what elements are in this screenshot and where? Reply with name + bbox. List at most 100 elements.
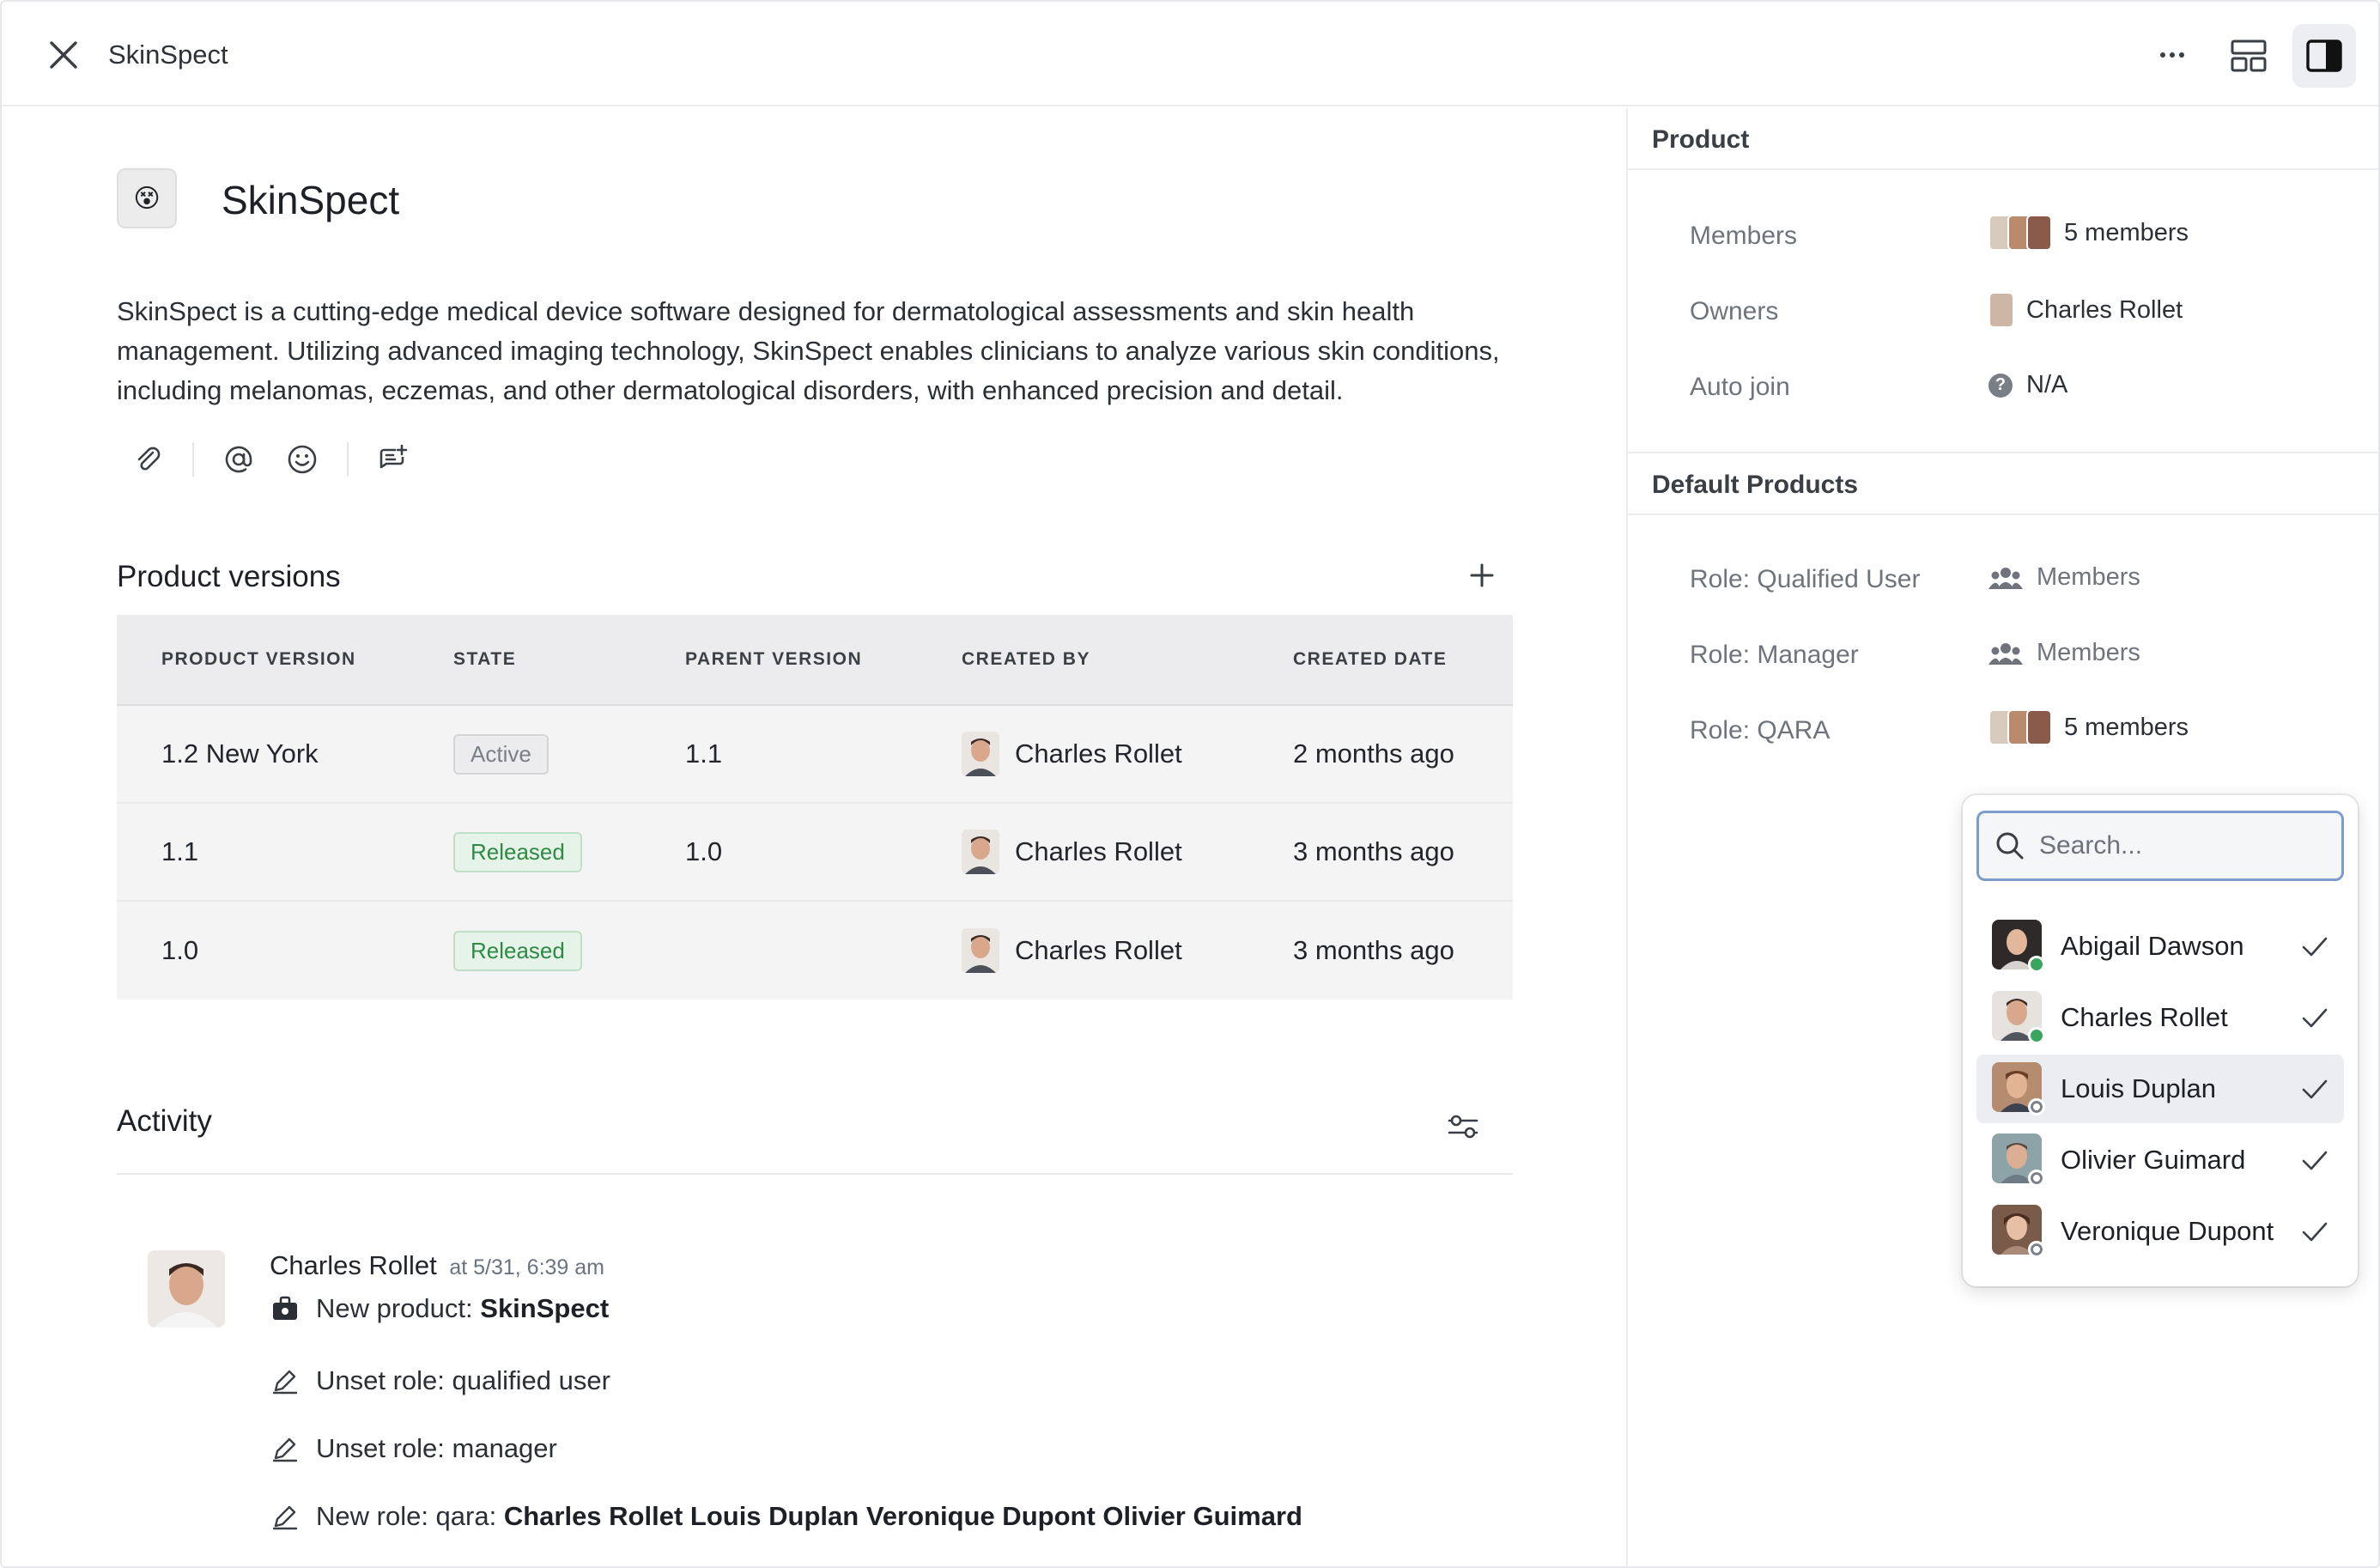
product-description[interactable]: SkinSpect is a cutting-edge medical devi…	[117, 292, 1508, 410]
section-title: Default Products	[1652, 471, 1859, 499]
product-emoji-icon[interactable]: 😵	[117, 168, 177, 228]
table-row[interactable]: 1.1 Released 1.0 Charles Rollet 3 months…	[117, 804, 1513, 902]
activity-time: at 5/31, 6:39 am	[449, 1255, 605, 1279]
avatar	[962, 830, 999, 874]
created-by-cell: Charles Rollet	[962, 830, 1182, 874]
edit-icon	[270, 1501, 301, 1532]
members-value[interactable]: 5 members	[1988, 215, 2189, 251]
created-by-name: Charles Rollet	[1015, 738, 1182, 769]
column-header[interactable]: CREATED BY	[962, 649, 1090, 670]
activity-title: Activity	[117, 1104, 212, 1138]
member-option[interactable]: Charles Rollet	[1976, 983, 2344, 1052]
product-section-header: Product	[1628, 108, 2378, 170]
more-options-icon[interactable]	[2155, 38, 2189, 72]
created-date-cell: 3 months ago	[1293, 836, 1454, 866]
window-title: SkinSpect	[108, 40, 228, 70]
role-label: Role: QARA	[1690, 716, 1831, 744]
search-icon	[1996, 832, 2024, 860]
check-icon	[2302, 1079, 2328, 1099]
member-option[interactable]: Olivier Guimard	[1976, 1126, 2344, 1194]
avatar-stack	[1988, 709, 2052, 745]
column-header[interactable]: PARENT VERSION	[685, 649, 862, 670]
layout-icon[interactable]	[2229, 36, 2268, 76]
avatar-stack	[1988, 215, 2052, 251]
add-comment-icon[interactable]	[374, 441, 412, 478]
top-bar: SkinSpect	[2, 2, 2378, 106]
search-input[interactable]	[2039, 831, 2331, 860]
table-row[interactable]: 1.2 New York Active 1.1 Charles Rollet 2…	[117, 706, 1513, 804]
toolbar-divider	[347, 442, 349, 477]
check-icon	[2302, 937, 2328, 957]
created-by-cell: Charles Rollet	[962, 928, 1182, 973]
app-window: SkinSpect 😵 SkinSpect SkinSpect is a cut…	[0, 0, 2380, 1568]
created-by-name: Charles Rollet	[1015, 836, 1182, 866]
avatar	[1992, 1062, 2045, 1115]
role-value[interactable]: 5 members	[1988, 709, 2189, 745]
avatar	[1992, 1133, 2045, 1187]
avatar	[148, 1250, 225, 1328]
created-date-cell: 2 months ago	[1293, 738, 1454, 769]
product-icon	[270, 1293, 301, 1324]
role-label: Role: Manager	[1690, 641, 1859, 669]
version-cell: 1.0	[161, 935, 199, 965]
help-icon: ?	[1988, 373, 2013, 398]
member-option[interactable]: Louis Duplan	[1976, 1054, 2344, 1123]
attach-icon[interactable]	[129, 441, 167, 478]
member-option[interactable]: Veronique Dupont	[1976, 1197, 2344, 1266]
activity-text: New product:	[316, 1293, 481, 1323]
parent-version-cell: 1.1	[685, 738, 723, 769]
member-name: Charles Rollet	[2061, 1002, 2228, 1032]
activity-text: New role: qara:	[316, 1501, 504, 1531]
section-title: Product	[1652, 125, 1750, 154]
filter-icon[interactable]	[1444, 1108, 1482, 1146]
avatar	[1992, 920, 2045, 973]
avatar	[1992, 991, 2045, 1044]
add-version-icon[interactable]	[1465, 558, 1499, 593]
member-name: Veronique Dupont	[2061, 1216, 2274, 1246]
activity-product-name[interactable]: SkinSpect	[480, 1293, 609, 1324]
column-header[interactable]: CREATED DATE	[1293, 649, 1447, 670]
table-row[interactable]: 1.0 Released Charles Rollet 3 months ago	[117, 902, 1513, 1000]
side-panel-toggle-icon[interactable]	[2292, 24, 2356, 88]
edit-icon	[270, 1433, 301, 1464]
mention-icon[interactable]	[220, 441, 258, 478]
check-icon	[2302, 1008, 2328, 1028]
emoji-icon[interactable]	[283, 441, 321, 478]
autojoin-value[interactable]: ? N/A	[1988, 371, 2067, 399]
member-option[interactable]: Abigail Dawson	[1976, 912, 2344, 981]
created-by-name: Charles Rollet	[1015, 935, 1182, 965]
members-label: Members	[1690, 222, 1798, 250]
member-picker-dropdown: Abigail Dawson Charles Rollet Louis Dupl…	[1963, 795, 2358, 1286]
activity-item: New role: qara: Charles Rollet Louis Dup…	[270, 1501, 1302, 1532]
activity-header: Charles Rollet at 5/31, 6:39 am	[270, 1250, 604, 1281]
group-icon	[1988, 567, 2023, 589]
member-name: Olivier Guimard	[2061, 1145, 2246, 1175]
version-cell: 1.2 New York	[161, 738, 319, 769]
column-header[interactable]: PRODUCT VERSION	[161, 649, 356, 670]
role-value[interactable]: Members	[1988, 563, 2140, 592]
table-header: PRODUCT VERSION STATE PARENT VERSION CRE…	[117, 615, 1513, 706]
activity-text: Unset role: manager	[316, 1433, 557, 1463]
close-icon[interactable]	[46, 38, 81, 72]
check-icon	[2302, 1222, 2328, 1242]
avatar	[1988, 292, 2014, 328]
toolbar-divider	[192, 442, 194, 477]
column-header[interactable]: STATE	[453, 649, 516, 670]
versions-table: PRODUCT VERSION STATE PARENT VERSION CRE…	[117, 615, 1513, 1000]
created-date-cell: 3 months ago	[1293, 935, 1454, 965]
activity-author[interactable]: Charles Rollet	[270, 1250, 437, 1280]
avatar	[1992, 1205, 2045, 1258]
owners-value[interactable]: Charles Rollet	[1988, 292, 2183, 328]
status-badge: Released	[453, 930, 582, 971]
autojoin-label: Auto join	[1690, 373, 1790, 401]
activity-item: Unset role: qualified user	[270, 1365, 610, 1396]
editor-toolbar	[129, 438, 412, 481]
page-title[interactable]: SkinSpect	[222, 177, 399, 223]
group-icon	[1988, 642, 2023, 665]
role-value[interactable]: Members	[1988, 639, 2140, 667]
activity-item: Unset role: manager	[270, 1433, 557, 1464]
search-field[interactable]	[1976, 811, 2344, 881]
default-products-header: Default Products	[1628, 453, 2378, 515]
divider	[117, 1173, 1513, 1175]
status-badge: Active	[453, 733, 549, 775]
